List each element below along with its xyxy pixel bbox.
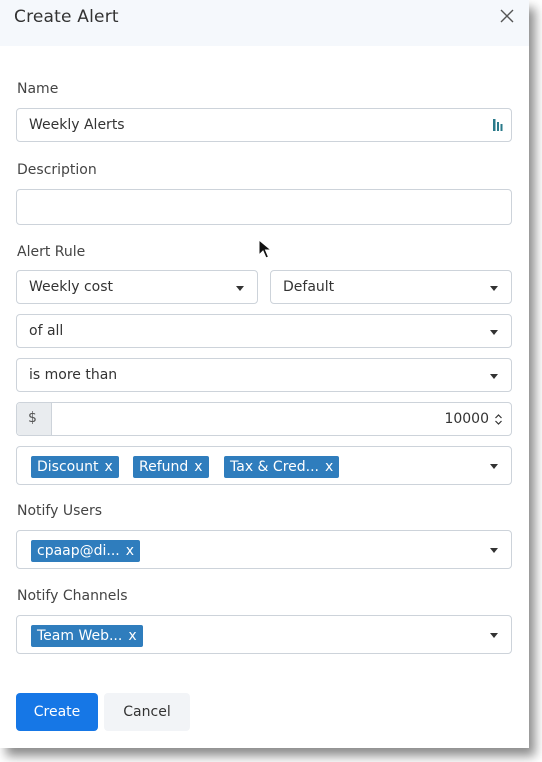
comparator-select-value: is more than <box>29 367 118 383</box>
scope-select[interactable]: Default <box>270 270 512 304</box>
currency-symbol: $ <box>28 410 37 426</box>
remove-tag-icon[interactable]: x <box>194 459 202 475</box>
create-alert-modal: Create Alert Name Weekly Alerts Descript… <box>0 0 529 748</box>
notify-channels-label: Notify Channels <box>17 588 128 604</box>
notify-users-multiselect[interactable]: cpaap@di... x <box>16 530 512 569</box>
remove-tag-icon[interactable]: x <box>126 543 134 559</box>
notify-channels-multiselect[interactable]: Team Web... x <box>16 615 512 654</box>
tag-tax-credits: Tax & Cred... x <box>224 456 340 478</box>
modal-header: Create Alert <box>0 0 529 46</box>
chevron-down-icon <box>490 633 498 638</box>
notify-users-label: Notify Users <box>17 503 103 519</box>
name-label: Name <box>17 81 59 97</box>
chevron-down-icon <box>490 464 498 469</box>
of-select[interactable]: of all <box>16 314 512 348</box>
cancel-button[interactable]: Cancel <box>104 693 190 731</box>
metric-select-value: Weekly cost <box>29 279 114 295</box>
chevron-down-icon <box>490 374 498 379</box>
exclusions-multiselect[interactable]: Discount x Refund x Tax & Cred... x <box>16 446 512 485</box>
threshold-input[interactable]: 10000 <box>444 411 489 427</box>
number-spinner-icon[interactable] <box>494 413 503 426</box>
chevron-down-icon <box>490 286 498 291</box>
description-label: Description <box>17 162 97 178</box>
alert-rule-label: Alert Rule <box>17 244 86 260</box>
password-manager-icon[interactable] <box>491 118 505 132</box>
tag-refund: Refund x <box>133 456 209 478</box>
close-icon[interactable] <box>499 8 515 24</box>
chevron-down-icon <box>490 330 498 335</box>
scope-select-value: Default <box>283 279 335 295</box>
mouse-cursor-icon <box>258 239 272 259</box>
name-input[interactable]: Weekly Alerts <box>16 108 512 142</box>
remove-tag-icon[interactable]: x <box>325 459 333 475</box>
remove-tag-icon[interactable]: x <box>128 628 136 644</box>
chevron-down-icon <box>236 286 244 291</box>
tag-channel: Team Web... x <box>31 625 143 647</box>
remove-tag-icon[interactable]: x <box>104 459 112 475</box>
metric-select[interactable]: Weekly cost <box>16 270 258 304</box>
modal-title: Create Alert <box>14 7 119 27</box>
description-input[interactable] <box>16 189 512 225</box>
currency-addon: $ <box>17 403 52 435</box>
of-select-value: of all <box>29 323 64 339</box>
chevron-down-icon <box>490 548 498 553</box>
tag-discount: Discount x <box>31 456 119 478</box>
threshold-input-group: $ 10000 <box>16 402 512 436</box>
create-button[interactable]: Create <box>16 693 98 731</box>
comparator-select[interactable]: is more than <box>16 358 512 392</box>
tag-user: cpaap@di... x <box>31 540 141 562</box>
name-input-value: Weekly Alerts <box>29 117 125 133</box>
